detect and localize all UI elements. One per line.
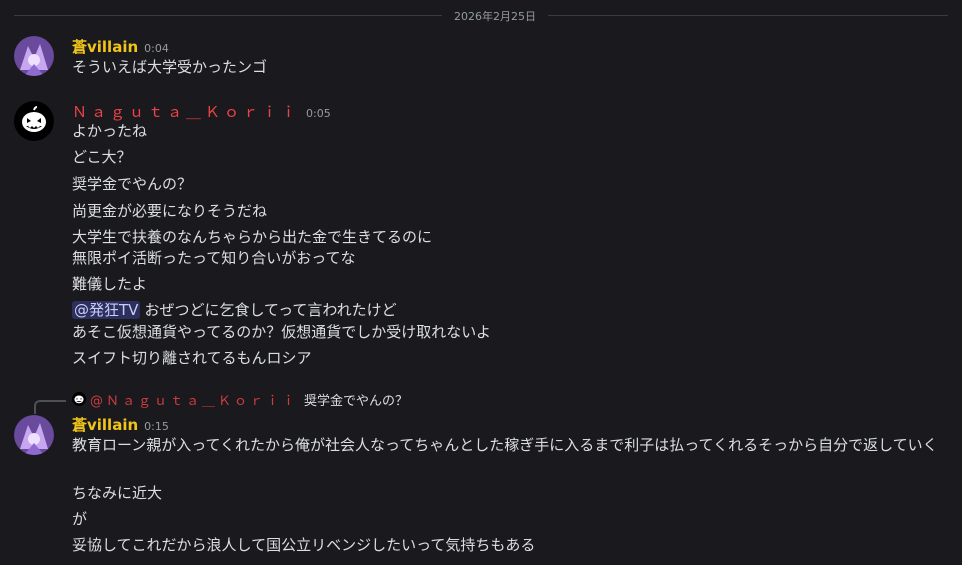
username[interactable]: 蒼villain bbox=[72, 416, 138, 434]
divider-line-left bbox=[14, 15, 442, 16]
message-text: 教育ローン親が入ってくれたから俺が社会人なってちゃんとした稼ぎ手に入るまで利子は… bbox=[72, 436, 938, 454]
chat-view: 2026年2月25日 蒼villain 0:04 そういえば大学受かったンゴ Ｎ… bbox=[0, 0, 962, 565]
user-mention[interactable]: @発狂TV bbox=[72, 301, 141, 319]
message-text: よかったね bbox=[72, 122, 148, 140]
reply-reference[interactable]: @Ｎａｇｕｔａ＿Ｋｏｒｉｉ 奨学金でやんの？ bbox=[72, 390, 408, 409]
message-text: そういえば大学受かったンゴ bbox=[72, 58, 268, 76]
jack-o-lantern-icon bbox=[72, 392, 86, 406]
message-text: が bbox=[72, 510, 88, 528]
timestamp[interactable]: 0:05 bbox=[306, 107, 331, 120]
reply-preview-text[interactable]: 奨学金でやんの？ bbox=[304, 390, 408, 409]
reply-connector bbox=[34, 400, 66, 414]
message-text: 尚更金が必要になりそうだね bbox=[72, 202, 268, 220]
message-text: 奨学金でやんの？ bbox=[72, 175, 193, 193]
timestamp[interactable]: 0:15 bbox=[144, 420, 169, 433]
anime-avatar-icon[interactable] bbox=[14, 36, 54, 76]
message-text: スイフト切り離されてるもんロシア bbox=[72, 349, 312, 367]
message-text: あそこ仮想通貨やってるのか？仮想通貨でしか受け取れないよ bbox=[72, 323, 491, 341]
timestamp[interactable]: 0:04 bbox=[144, 42, 169, 55]
jack-o-lantern-icon[interactable] bbox=[14, 101, 54, 141]
message-text: 無限ポイ活断ったって知り合いがおってな bbox=[72, 249, 356, 267]
anime-avatar-icon[interactable] bbox=[14, 415, 54, 455]
divider-line-right bbox=[548, 15, 948, 16]
message-text-with-mention: @発狂TV おぜつどに乞食してって言われたけど bbox=[72, 300, 397, 320]
date-divider: 2026年2月25日 bbox=[0, 0, 962, 28]
message-text: 難儀したよ bbox=[72, 275, 148, 293]
username[interactable]: 蒼villain bbox=[72, 38, 138, 56]
message-header: 蒼villain 0:04 bbox=[72, 36, 169, 56]
message-text: おぜつどに乞食してって言われたけど bbox=[144, 301, 397, 319]
message-text: ちなみに近大 bbox=[72, 484, 163, 502]
reply-username[interactable]: @Ｎａｇｕｔａ＿Ｋｏｒｉｉ bbox=[90, 390, 298, 409]
username[interactable]: Ｎａｇｕｔａ＿Ｋｏｒｉｉ bbox=[72, 103, 300, 121]
message-header: 蒼villain 0:15 bbox=[72, 414, 169, 434]
message-text: 妥協してこれだから浪人して国公立リベンジしたいって気持ちもある bbox=[72, 536, 536, 554]
date-label: 2026年2月25日 bbox=[454, 10, 536, 23]
message-text: 大学生で扶養のなんちゃらから出た金で生きてるのに bbox=[72, 228, 433, 246]
message-header: Ｎａｇｕｔａ＿Ｋｏｒｉｉ 0:05 bbox=[72, 101, 331, 121]
message-text: どこ大？ bbox=[72, 148, 132, 166]
